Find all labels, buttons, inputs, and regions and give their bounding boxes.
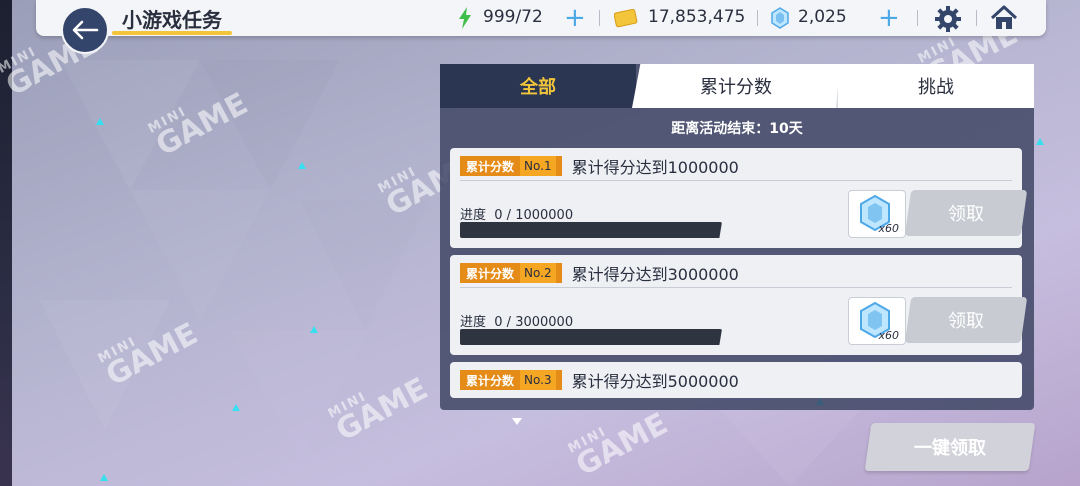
add-stamina-button[interactable]: + (564, 5, 586, 31)
sparkle (1036, 138, 1044, 145)
task-tag: 累计分数 No.1 (460, 156, 562, 176)
gear-icon[interactable] (934, 5, 962, 33)
gems-value: 2,025 (798, 7, 847, 27)
back-button[interactable] (61, 6, 109, 54)
claim-all-button[interactable]: 一键领取 (864, 423, 1036, 471)
divider (599, 10, 600, 26)
scroll-down-indicator (512, 418, 522, 425)
task-card: 累计分数 No.3 累计得分达到5000000 (450, 362, 1022, 398)
progress-text: 进度 0 / 1000000 (460, 204, 573, 223)
sparkle (310, 326, 318, 333)
reward-item[interactable]: x60 (848, 190, 906, 238)
progress-value: 0 / 1000000 (494, 208, 574, 223)
tab-challenge[interactable]: 挑战 (836, 64, 1034, 108)
task-tag: 累计分数 No.2 (460, 263, 562, 283)
task-header: 累计分数 No.3 累计得分达到5000000 (460, 368, 739, 392)
add-gems-button[interactable]: + (878, 5, 900, 31)
gem-icon (771, 7, 789, 29)
progress-label: 进度 (460, 315, 487, 330)
sparkle (100, 474, 108, 481)
home-icon[interactable] (990, 5, 1018, 31)
task-card: 累计分数 No.1 累计得分达到1000000 进度 0 / 1000000 x6… (450, 148, 1028, 248)
progress-value: 0 / 3000000 (494, 315, 574, 330)
divider (460, 287, 1012, 288)
coins-value: 17,853,475 (648, 7, 746, 27)
progress-bar (460, 222, 722, 238)
progress-label: 进度 (460, 208, 487, 223)
sparkle (298, 162, 306, 169)
sparkle (96, 118, 104, 125)
tab-bar: 全部 累计分数 挑战 (440, 64, 1034, 108)
task-number: No.3 (520, 370, 556, 390)
page-title: 小游戏任务 (122, 8, 222, 32)
title-underline (112, 31, 232, 35)
reward-item[interactable]: x60 (848, 297, 906, 345)
task-panel: 全部 累计分数 挑战 距离活动结束：10天 累计分数 No.1 累计得分达到100… (440, 64, 1034, 410)
task-header: 累计分数 No.2 累计得分达到3000000 (460, 261, 739, 285)
divider (917, 10, 918, 26)
divider (976, 10, 977, 26)
claim-button[interactable]: 领取 (904, 190, 1028, 236)
task-number: No.1 (520, 156, 556, 176)
task-title: 累计得分达到1000000 (571, 158, 739, 177)
coin-ticket-icon (614, 8, 638, 28)
reward-quantity: x60 (878, 222, 899, 235)
claim-button[interactable]: 领取 (904, 297, 1028, 343)
task-header: 累计分数 No.1 累计得分达到1000000 (460, 154, 739, 178)
task-title: 累计得分达到5000000 (571, 372, 739, 391)
task-card: 累计分数 No.2 累计得分达到3000000 进度 0 / 3000000 x6… (450, 255, 1028, 355)
tab-cumulative-score[interactable]: 累计分数 (632, 64, 840, 108)
sparkle (232, 404, 240, 411)
tab-all[interactable]: 全部 (440, 64, 636, 108)
task-title: 累计得分达到3000000 (571, 265, 739, 284)
stamina-value: 999/72 (483, 7, 543, 27)
task-tag: 累计分数 No.3 (460, 370, 562, 390)
reward-quantity: x60 (878, 329, 899, 342)
divider (460, 180, 1012, 181)
event-countdown: 距离活动结束：10天 (671, 121, 803, 137)
lightning-icon (459, 7, 471, 29)
divider (757, 10, 758, 26)
progress-bar (460, 329, 722, 345)
task-number: No.2 (520, 263, 556, 283)
arrow-left-icon (72, 20, 99, 40)
progress-text: 进度 0 / 3000000 (460, 311, 573, 330)
